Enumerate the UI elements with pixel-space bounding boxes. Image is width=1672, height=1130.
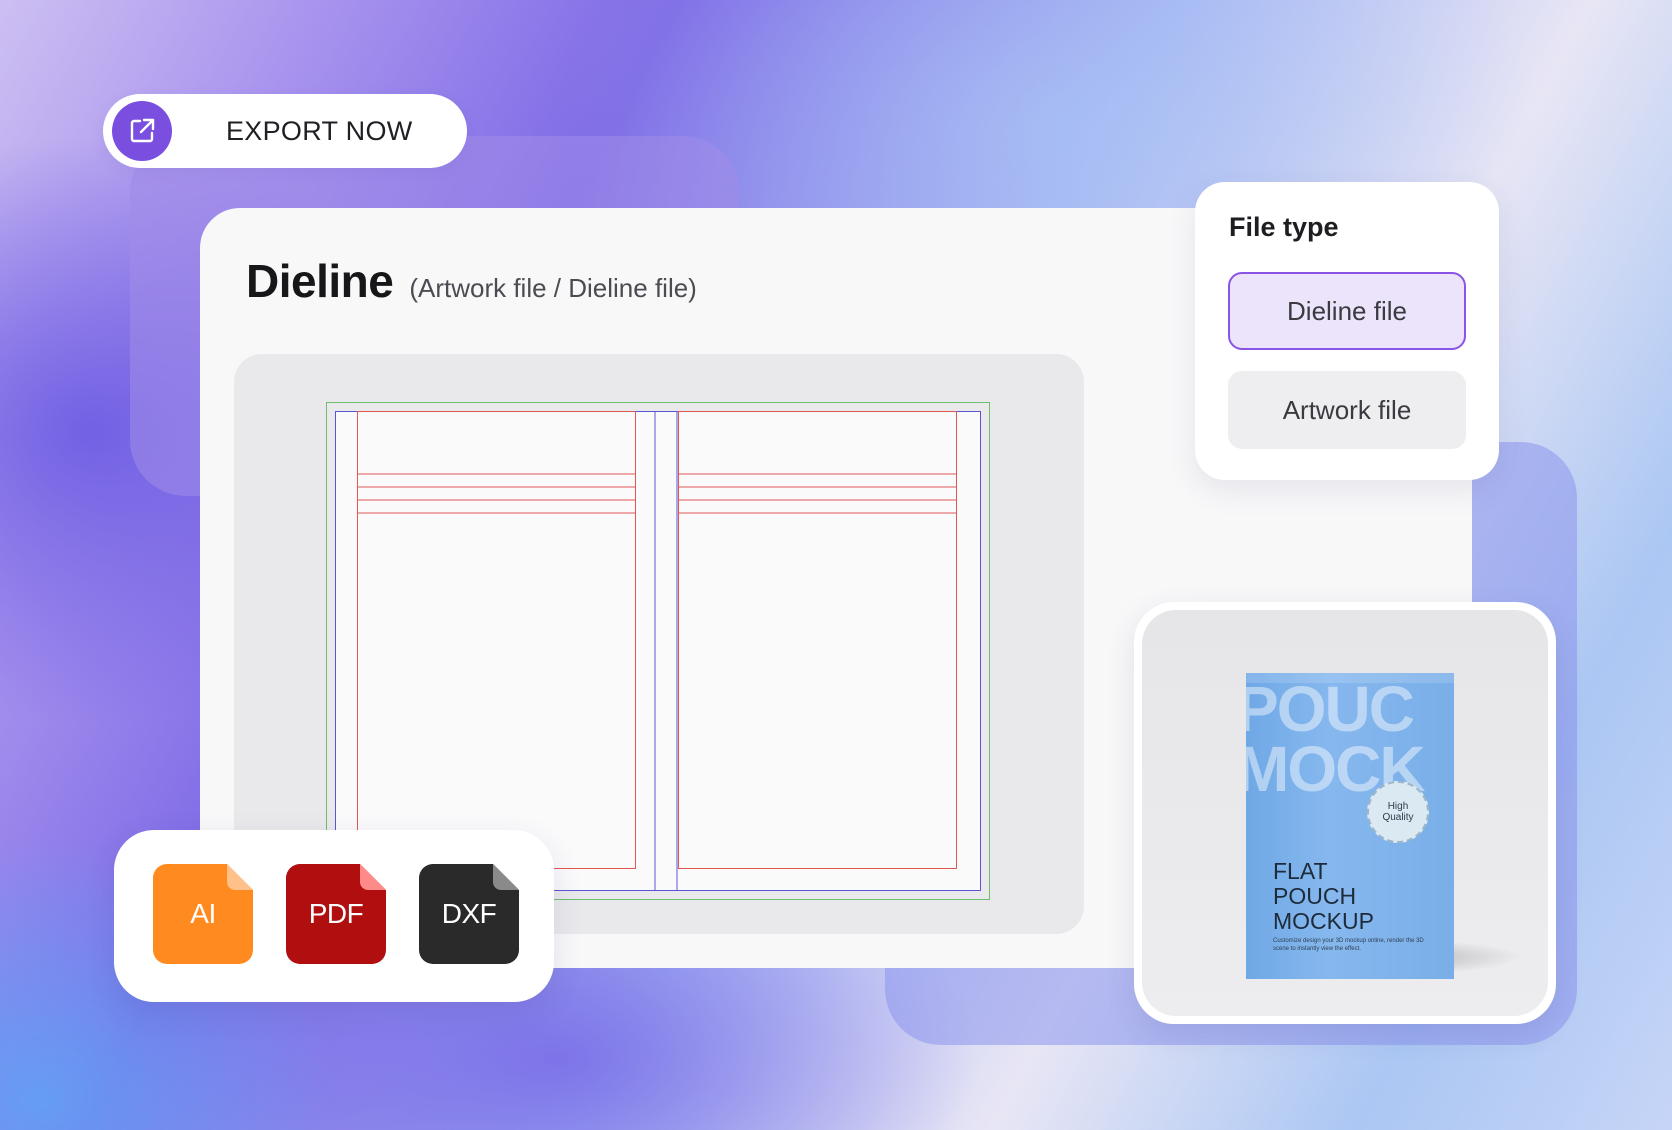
artwork-file-option[interactable]: Artwork file (1228, 371, 1466, 449)
export-now-button[interactable]: EXPORT NOW (103, 94, 467, 168)
export-now-label: EXPORT NOW (226, 115, 413, 146)
external-link-icon (112, 101, 172, 161)
pdf-file-icon[interactable]: PDF (286, 864, 386, 964)
export-formats-panel: AI PDF DXF (114, 830, 554, 1002)
quality-badge: High Quality (1367, 781, 1429, 843)
panel-title: Dieline (246, 255, 394, 307)
panel-subtitle: (Artwork file / Dieline file) (409, 273, 697, 303)
pouch-mockup-preview: POUC MOCK High Quality FLAT POUCH MOCKUP… (1134, 602, 1556, 1024)
dxf-file-icon[interactable]: DXF (419, 864, 519, 964)
pouch-description: Customize design your 3D mockup online, … (1273, 938, 1424, 952)
trim-line (335, 411, 981, 891)
dieline-file-option[interactable]: Dieline file (1228, 272, 1466, 350)
pouch-title: FLAT POUCH MOCKUP (1273, 858, 1374, 934)
artwork-file-label: Artwork file (1282, 394, 1412, 425)
quality-badge-text: High Quality (1382, 801, 1414, 823)
pouch-image: POUC MOCK High Quality FLAT POUCH MOCKUP… (1246, 673, 1454, 979)
dieline-file-label: Dieline file (1287, 295, 1407, 326)
ai-file-icon[interactable]: AI (153, 864, 253, 964)
dxf-file-label: DXF (441, 898, 497, 929)
pdf-file-label: PDF (308, 898, 364, 929)
panel-header: Dieline (Artwork file / Dieline file) (246, 254, 697, 308)
ai-file-label: AI (190, 898, 216, 929)
file-type-title: File type (1229, 212, 1339, 242)
file-type-panel: File type Dieline file Artwork file (1195, 182, 1499, 480)
mockup-stage: POUC MOCK High Quality FLAT POUCH MOCKUP… (1142, 610, 1548, 1016)
dieline-drawing (326, 402, 990, 900)
